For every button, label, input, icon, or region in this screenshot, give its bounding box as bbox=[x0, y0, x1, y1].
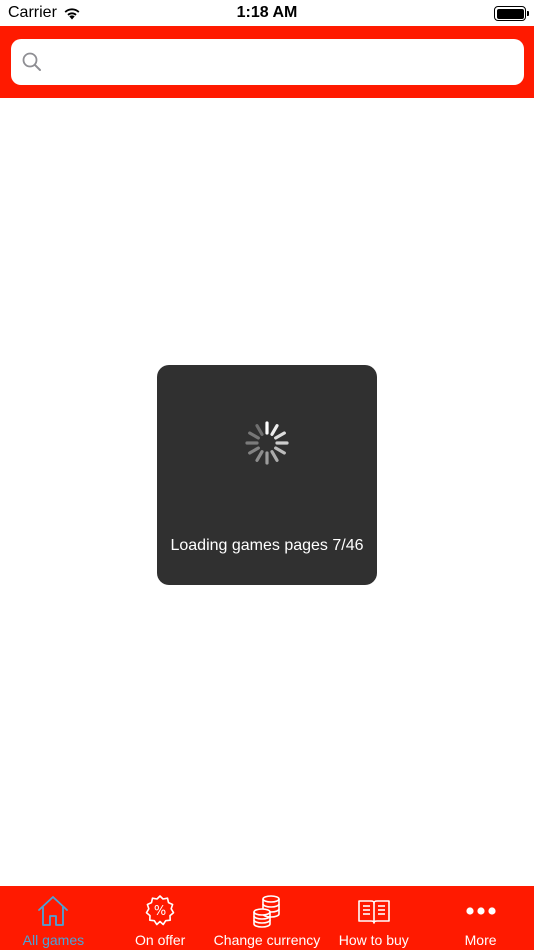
loading-message: Loading games pages 7/46 bbox=[170, 537, 364, 554]
tab-label: How to buy bbox=[338, 932, 409, 948]
open-book-icon bbox=[357, 900, 390, 924]
search-icon bbox=[22, 52, 41, 71]
svg-text:%: % bbox=[154, 904, 166, 919]
tab-label: Change currency bbox=[213, 932, 321, 948]
search-bar[interactable] bbox=[11, 39, 524, 85]
tab-more[interactable]: More bbox=[427, 886, 534, 950]
tab-label: More bbox=[464, 932, 497, 948]
tab-label: On offer bbox=[135, 932, 186, 948]
loading-hud: Loading games pages 7/46 bbox=[157, 365, 377, 585]
header-bar bbox=[0, 26, 534, 98]
percent-badge-icon: % bbox=[145, 895, 175, 926]
tab-label: All games bbox=[22, 932, 85, 948]
battery-icon bbox=[494, 6, 529, 21]
coin-stack-icon bbox=[253, 895, 280, 928]
app-screen: Carrier 1:18 AM Loading games pages 7/46… bbox=[0, 0, 534, 950]
status-time: 1:18 AM bbox=[236, 4, 298, 21]
tab-bar: All games % On offer Change currency How… bbox=[0, 886, 534, 950]
more-dots-icon bbox=[465, 907, 496, 915]
house-icon bbox=[38, 896, 69, 926]
tab-all-games[interactable]: All games bbox=[0, 886, 107, 950]
activity-spinner-icon bbox=[245, 421, 289, 465]
status-bar: Carrier 1:18 AM bbox=[0, 0, 534, 26]
tab-how-to-buy[interactable]: How to buy bbox=[320, 886, 427, 950]
search-input[interactable] bbox=[55, 39, 514, 85]
tab-on-offer[interactable]: % On offer bbox=[107, 886, 214, 950]
tab-change-currency[interactable]: Change currency bbox=[214, 886, 321, 950]
